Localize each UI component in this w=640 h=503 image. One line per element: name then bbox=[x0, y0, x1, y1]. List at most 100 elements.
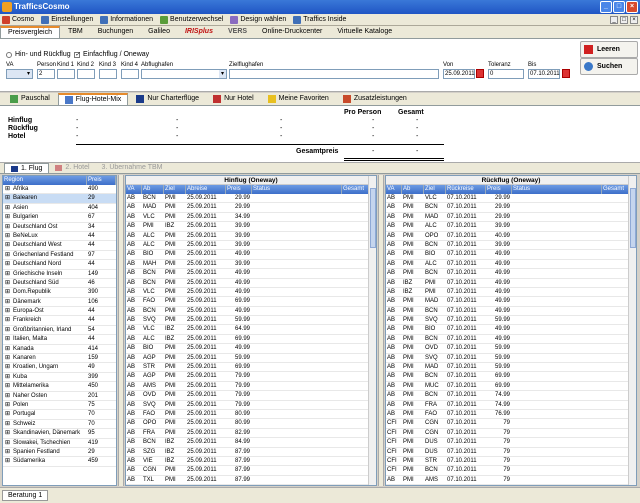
region-row[interactable]: ⊞ Deutschland Nord 44 bbox=[3, 260, 116, 270]
region-row[interactable]: ⊞ Kanaren 159 bbox=[3, 354, 116, 364]
flight-row[interactable]: AB FAO PMI 25.09.2011 80.99 bbox=[126, 410, 376, 420]
expand-plus-icon[interactable]: ⊞ bbox=[4, 186, 10, 192]
menu-traffics-inside[interactable]: Traffics Inside bbox=[293, 15, 346, 24]
calendar-icon[interactable] bbox=[476, 69, 484, 78]
flight-row[interactable]: AB ALC IBZ 25.09.2011 69.99 bbox=[126, 335, 376, 345]
menu-benutzerwechsel[interactable]: Benutzerwechsel bbox=[160, 15, 223, 24]
expand-plus-icon[interactable]: ⊞ bbox=[4, 364, 10, 370]
expand-plus-icon[interactable]: ⊞ bbox=[4, 252, 10, 258]
col-gesamt[interactable]: Gesamt bbox=[602, 185, 630, 194]
tab-step-tbm[interactable]: 3. Übernahme TBM bbox=[96, 163, 169, 173]
col-abreise[interactable]: Abreise bbox=[186, 185, 226, 194]
tab-tbm[interactable]: TBM bbox=[61, 26, 90, 38]
abflughafen-select[interactable] bbox=[141, 69, 227, 79]
flight-row[interactable]: AB MAD PMI 25.09.2011 29.99 bbox=[126, 203, 376, 213]
tab-beratung[interactable]: Beratung 1 bbox=[2, 490, 49, 501]
flight-row[interactable]: AB TXL PMI 25.09.2011 87.99 bbox=[126, 476, 376, 485]
calendar-icon[interactable] bbox=[562, 69, 570, 78]
flight-row[interactable]: AB MAH PMI 25.09.2011 39.99 bbox=[126, 260, 376, 270]
expand-plus-icon[interactable]: ⊞ bbox=[4, 280, 10, 286]
flight-row[interactable]: AB PMI FRA 07.10.2011 74.99 bbox=[386, 401, 636, 410]
expand-plus-icon[interactable]: ⊞ bbox=[4, 355, 10, 361]
kind2-input[interactable] bbox=[77, 69, 95, 79]
flight-row[interactable]: AB PMI SVQ 07.10.2011 59.99 bbox=[386, 354, 636, 364]
flight-row[interactable]: AB CGN PMI 25.09.2011 87.99 bbox=[126, 466, 376, 476]
radio-oneway[interactable]: Einfachflug / Oneway bbox=[74, 51, 149, 58]
va-select[interactable] bbox=[6, 69, 33, 79]
col-region[interactable]: Region bbox=[3, 176, 87, 185]
expand-plus-icon[interactable]: ⊞ bbox=[4, 271, 10, 277]
flight-row[interactable]: AB PMI VLC 07.10.2011 29.99 bbox=[386, 194, 636, 204]
tab-nur-charterfluege[interactable]: Nur Charterflüge bbox=[130, 93, 205, 105]
expand-plus-icon[interactable]: ⊞ bbox=[4, 440, 10, 446]
splitter[interactable] bbox=[118, 175, 124, 486]
toleranz-input[interactable]: 0 bbox=[488, 69, 524, 79]
expand-plus-icon[interactable]: ⊞ bbox=[4, 458, 10, 464]
flight-row[interactable]: CFI PMI DUS 07.10.2011 79 bbox=[386, 438, 636, 448]
flight-row[interactable]: CFI PMI CGN 07.10.2011 79 bbox=[386, 429, 636, 439]
flight-row[interactable]: AB PMI AMS 07.10.2011 79 bbox=[386, 476, 636, 485]
flight-row[interactable]: AB PMI OVD 07.10.2011 59.99 bbox=[386, 344, 636, 354]
flight-row[interactable]: AB VIE IBZ 25.09.2011 87.99 bbox=[126, 457, 376, 467]
flight-row[interactable]: CFI PMI CGN 07.10.2011 79 bbox=[386, 419, 636, 429]
region-row[interactable]: ⊞ Dänemark 106 bbox=[3, 298, 116, 308]
region-row[interactable]: ⊞ Kanada 414 bbox=[3, 345, 116, 355]
flight-row[interactable]: AB PMI MAD 07.10.2011 29.99 bbox=[386, 213, 636, 223]
flight-row[interactable]: AB PMI BIO 07.10.2011 49.99 bbox=[386, 250, 636, 260]
region-row[interactable]: ⊞ Kuba 399 bbox=[3, 373, 116, 383]
scroll-thumb[interactable] bbox=[630, 188, 636, 248]
tab-online-druckcenter[interactable]: Online-Druckcenter bbox=[255, 26, 329, 38]
region-row[interactable]: ⊞ Schweiz 70 bbox=[3, 420, 116, 430]
expand-plus-icon[interactable]: ⊞ bbox=[4, 261, 10, 267]
region-row[interactable]: ⊞ Afrika 490 bbox=[3, 185, 116, 195]
region-row[interactable]: ⊞ Portugal 70 bbox=[3, 410, 116, 420]
col-preis[interactable]: Preis bbox=[226, 185, 252, 194]
tab-step-flug[interactable]: 1. Flug bbox=[4, 163, 50, 173]
flight-row[interactable]: AB PMI BCN 07.10.2011 29.99 bbox=[386, 203, 636, 213]
menu-cosmo[interactable]: Cosmo bbox=[2, 15, 34, 24]
flight-row[interactable]: AB PMI BIO 07.10.2011 49.99 bbox=[386, 325, 636, 335]
expand-plus-icon[interactable]: ⊞ bbox=[4, 214, 10, 220]
scroll-thumb[interactable] bbox=[370, 188, 376, 248]
region-row[interactable]: ⊞ Skandinavien, Dänemark 95 bbox=[3, 429, 116, 439]
menu-design[interactable]: Design wählen bbox=[230, 15, 286, 24]
person-input[interactable]: 2 bbox=[37, 69, 55, 79]
search-button[interactable]: Suchen bbox=[580, 58, 638, 75]
flight-row[interactable]: AB PMI BCN 07.10.2011 49.99 bbox=[386, 307, 636, 317]
flight-row[interactable]: CFI PMI STR 07.10.2011 79 bbox=[386, 457, 636, 467]
expand-plus-icon[interactable]: ⊞ bbox=[4, 411, 10, 417]
expand-plus-icon[interactable]: ⊞ bbox=[4, 242, 10, 248]
region-row[interactable]: ⊞ Griechenland Festland 97 bbox=[3, 251, 116, 261]
kind4-input[interactable] bbox=[121, 69, 139, 79]
flight-row[interactable]: AB PMI MUC 07.10.2011 69.99 bbox=[386, 382, 636, 392]
tab-pauschal[interactable]: Pauschal bbox=[4, 93, 56, 105]
flight-row[interactable]: AB IBZ PMI 07.10.2011 49.99 bbox=[386, 279, 636, 288]
col-rueckreise[interactable]: Rückreise bbox=[446, 185, 486, 194]
flight-row[interactable]: AB AGP PMI 25.09.2011 59.99 bbox=[126, 354, 376, 364]
region-row[interactable]: ⊞ Naher Osten 201 bbox=[3, 392, 116, 401]
expand-plus-icon[interactable]: ⊞ bbox=[4, 393, 10, 399]
flight-row[interactable]: AB PMI MAD 07.10.2011 59.99 bbox=[386, 363, 636, 373]
region-row[interactable]: ⊞ Deutschland Süd 46 bbox=[3, 279, 116, 289]
splitter[interactable] bbox=[378, 175, 384, 486]
expand-plus-icon[interactable]: ⊞ bbox=[4, 195, 10, 201]
mdi-restore-button[interactable]: □ bbox=[620, 15, 628, 24]
flight-row[interactable]: AB PMI BCN 07.10.2011 49.99 bbox=[386, 269, 636, 279]
tab-meine-favoriten[interactable]: Meine Favoriten bbox=[262, 93, 335, 105]
von-date-input[interactable]: 25.09.2011 bbox=[443, 69, 475, 79]
region-row[interactable]: ⊞ Slowakei, Tschechien 419 bbox=[3, 439, 116, 448]
flight-row[interactable]: AB PMI MAD 07.10.2011 49.99 bbox=[386, 297, 636, 307]
flight-row[interactable]: AB PMI OPO 07.10.2011 40.99 bbox=[386, 232, 636, 241]
expand-plus-icon[interactable]: ⊞ bbox=[4, 383, 10, 389]
flight-row[interactable]: AB PMI BCN 07.10.2011 69.99 bbox=[386, 372, 636, 382]
flight-row[interactable]: AB SZG IBZ 25.09.2011 87.99 bbox=[126, 448, 376, 457]
tab-step-hotel[interactable]: 2. Hotel bbox=[49, 163, 95, 173]
flight-row[interactable]: AB BIO PMI 25.09.2011 49.99 bbox=[126, 250, 376, 260]
flight-row[interactable]: AB BCN IBZ 25.09.2011 84.99 bbox=[126, 438, 376, 448]
flight-row[interactable]: AB OVD PMI 25.09.2011 79.99 bbox=[126, 391, 376, 401]
region-row[interactable]: ⊞ Südamerika 459 bbox=[3, 457, 116, 467]
flight-row[interactable]: AB FRA PMI 25.09.2011 82.99 bbox=[126, 429, 376, 439]
region-row[interactable]: ⊞ Bulgarien 67 bbox=[3, 213, 116, 223]
flight-row[interactable]: AB OPO PMI 25.09.2011 80.99 bbox=[126, 419, 376, 429]
return-scrollbar[interactable] bbox=[628, 176, 636, 485]
